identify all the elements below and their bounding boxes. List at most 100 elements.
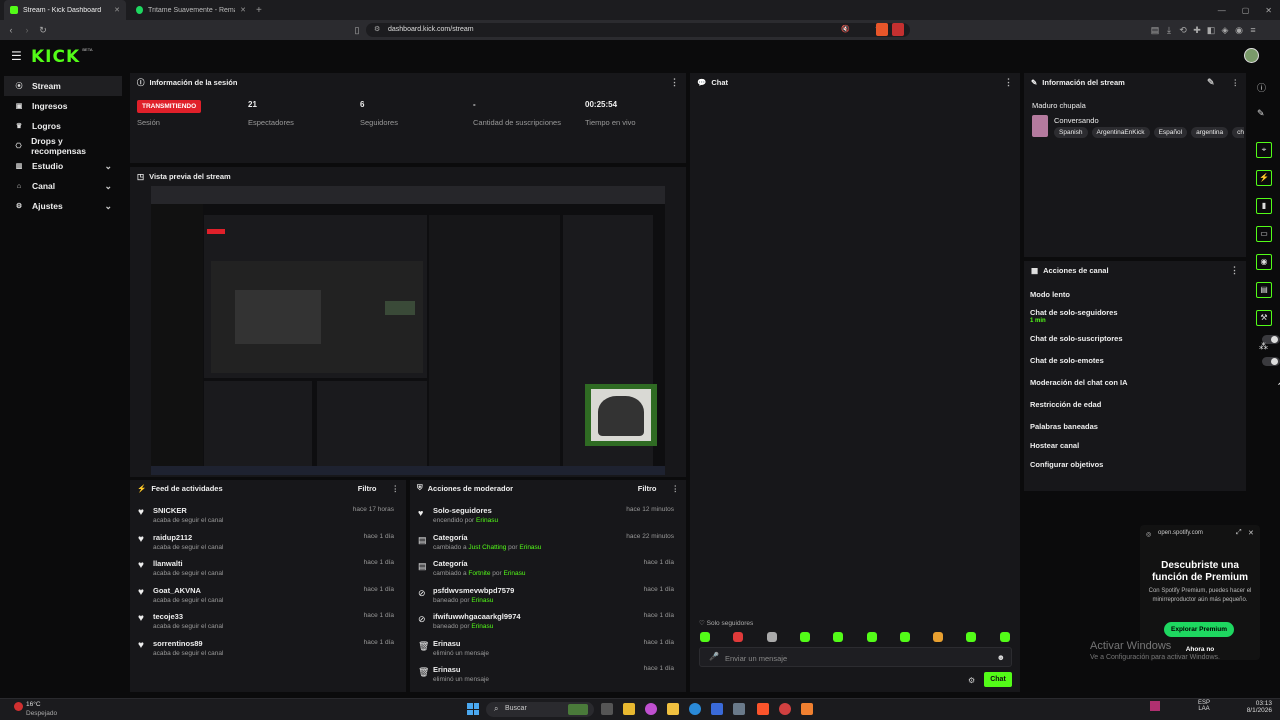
feed-username[interactable]: sorrentinos89 — [153, 639, 203, 648]
emote-icon[interactable] — [933, 632, 944, 642]
profile-icon[interactable]: ◉ — [1232, 20, 1246, 40]
extensions-icon[interactable]: ✚ — [1190, 20, 1204, 40]
channel-action-chat-de-solo-seguidores[interactable]: Chat de solo-seguidores1 min› — [1030, 308, 1280, 328]
emoji-picker-icon[interactable]: ☻ — [997, 653, 1005, 662]
site-info-icon[interactable]: ⚙ — [374, 23, 380, 37]
folder-icon[interactable] — [667, 703, 679, 715]
kick-logo[interactable]: KICK BETA — [31, 47, 93, 67]
filter-button[interactable]: Filtro — [358, 484, 377, 493]
download-icon[interactable]: ⤓ — [1162, 20, 1176, 40]
category-link[interactable]: Just Chatting — [468, 544, 506, 551]
more-options-icon[interactable]: ⋮ — [1004, 77, 1013, 88]
copilot-icon[interactable] — [645, 703, 657, 715]
file-explorer-icon[interactable] — [623, 703, 635, 715]
channel-action-chat-de-solo-suscriptores[interactable]: Chat de solo-suscriptores — [1030, 334, 1280, 354]
feed-username[interactable]: raidup2112 — [153, 533, 192, 542]
new-tab-button[interactable]: + — [256, 5, 262, 16]
broadcast-rail-icon[interactable]: ◉ — [1256, 254, 1272, 270]
sidebar-item-canal[interactable]: ⌂ Canal ⌄ — [4, 176, 122, 196]
send-chat-button[interactable]: Chat — [984, 672, 1012, 687]
close-tab-icon[interactable]: ✕ — [240, 6, 246, 14]
stream-preview-video[interactable] — [151, 186, 665, 475]
chat-input[interactable]: 🎤 Enviar un mensaje ☻ — [699, 647, 1012, 667]
channel-action-hostear-canal[interactable]: Hostear canal — [1030, 441, 1280, 461]
feed-username[interactable]: SNICKER — [153, 506, 187, 515]
more-options-icon[interactable]: ⋮ — [672, 484, 680, 493]
moderator-link[interactable]: Erinasu — [503, 570, 525, 577]
stream-tag[interactable]: chill — [1232, 127, 1244, 138]
task-view-icon[interactable] — [601, 703, 613, 715]
mute-icon[interactable]: 🔇 — [841, 23, 850, 37]
close-tab-icon[interactable]: ✕ — [114, 6, 120, 14]
maximize-icon[interactable]: ▢ — [1242, 6, 1250, 15]
chat-rail-icon[interactable]: ▭ — [1256, 226, 1272, 242]
close-window-icon[interactable]: ✕ — [1265, 6, 1272, 15]
sidebar-item-drops[interactable]: ⎔ Drops y recompensas — [4, 136, 122, 156]
hamburger-menu-icon[interactable]: ☰ — [11, 49, 22, 63]
chat-settings-icon[interactable]: ⚙ — [968, 676, 975, 685]
capture-rail-icon[interactable]: ⌖ — [1256, 142, 1272, 158]
keyboard-language[interactable]: ESP LAA — [1198, 700, 1210, 712]
tab-stream-dashboard[interactable]: Stream - Kick Dashboard ✕ — [4, 0, 126, 20]
bookmark-icon[interactable]: ▯ — [350, 20, 364, 40]
info-rail-icon[interactable]: ⓘ — [1257, 81, 1266, 94]
tool-rail-icon[interactable]: ⚒ — [1256, 310, 1272, 326]
chrome-icon[interactable] — [779, 703, 791, 715]
stream-tag[interactable]: argentina — [1191, 127, 1229, 138]
feed-username[interactable]: llanwalti — [153, 559, 183, 568]
channel-action-configurar-objetivos[interactable]: Configurar objetivos› — [1030, 460, 1280, 480]
nodes-rail-icon[interactable]: ⁂ — [1259, 341, 1268, 352]
channel-action-modo-lento[interactable]: Modo lento› — [1030, 290, 1280, 310]
more-options-icon[interactable]: ⋮ — [1232, 78, 1240, 87]
emote-icon[interactable] — [700, 632, 710, 642]
more-options-icon[interactable]: ⋮ — [392, 484, 400, 493]
wallet-icon[interactable]: ▤ — [1148, 20, 1162, 40]
channel-action-chat-de-solo-emotes[interactable]: Chat de solo-emotes — [1030, 356, 1280, 376]
bolt-rail-icon[interactable]: ⚡ — [1256, 170, 1272, 186]
sidebar-item-ingresos[interactable]: ▣ Ingresos — [4, 96, 122, 116]
emote-icon[interactable] — [799, 632, 810, 642]
more-options-icon[interactable]: ⋮ — [670, 77, 679, 88]
sidebar-item-estudio[interactable]: ▥ Estudio ⌄ — [4, 156, 122, 176]
windows-start-icon[interactable] — [467, 703, 479, 715]
layers-rail-icon[interactable]: ▤ — [1256, 282, 1272, 298]
forward-icon[interactable]: › — [20, 20, 34, 40]
moderator-link[interactable]: Erinasu — [519, 544, 541, 551]
stream-tag[interactable]: ArgentinaEnKick — [1091, 127, 1150, 138]
taskbar-search[interactable]: ⌕ Buscar — [486, 702, 594, 717]
filter-button[interactable]: Filtro — [638, 484, 657, 493]
brave-taskbar-icon[interactable] — [757, 703, 769, 715]
emote-icon[interactable] — [766, 632, 777, 642]
mic-icon[interactable]: 🎤 — [709, 652, 719, 661]
explore-premium-button[interactable]: Explorar Premium — [1164, 622, 1234, 637]
edge-icon[interactable] — [689, 703, 701, 715]
address-bar[interactable]: ⚙ dashboard.kick.com/stream 🔇 ⇪ — [366, 23, 910, 37]
reload-icon[interactable]: ↻ — [36, 20, 50, 40]
channel-action-restricci-n-de-edad[interactable]: Restricción de edad› — [1030, 400, 1280, 420]
expand-icon[interactable]: ⤢ — [1236, 529, 1242, 537]
microphone-app-icon[interactable] — [801, 703, 813, 715]
menu-icon[interactable]: ≡ — [1246, 20, 1260, 40]
minimize-icon[interactable]: — — [1218, 6, 1226, 15]
emote-icon[interactable] — [966, 632, 977, 642]
brave-rewards-icon[interactable] — [892, 23, 904, 36]
tab-spotify[interactable]: Tritame Suavemente - Remaste ✕ — [130, 0, 252, 20]
emote-icon[interactable] — [899, 632, 910, 642]
pencil-rail-icon[interactable]: ✎ — [1257, 108, 1265, 119]
emote-icon[interactable] — [733, 632, 744, 642]
app-icon[interactable] — [733, 703, 745, 715]
moderator-link[interactable]: Erinasu — [471, 623, 493, 630]
more-options-icon[interactable]: ⋮ — [1230, 265, 1239, 276]
brave-shields-icon[interactable] — [876, 23, 888, 36]
user-avatar[interactable] — [1244, 48, 1259, 63]
vpn-icon[interactable]: ◈ — [1218, 20, 1232, 40]
stream-tag[interactable]: Spanish — [1054, 127, 1088, 138]
tray-app-icon[interactable] — [1150, 701, 1160, 711]
sidebar-item-stream[interactable]: ⦿ Stream — [4, 76, 122, 96]
feed-username[interactable]: tecoje33 — [153, 612, 183, 621]
moderator-link[interactable]: Erinasu — [476, 517, 498, 524]
emote-icon[interactable] — [999, 632, 1010, 642]
notes-rail-icon[interactable]: ▮ — [1256, 198, 1272, 214]
emote-icon[interactable] — [833, 632, 844, 642]
clock[interactable]: 03:13 8/1/2026 — [1244, 700, 1272, 714]
